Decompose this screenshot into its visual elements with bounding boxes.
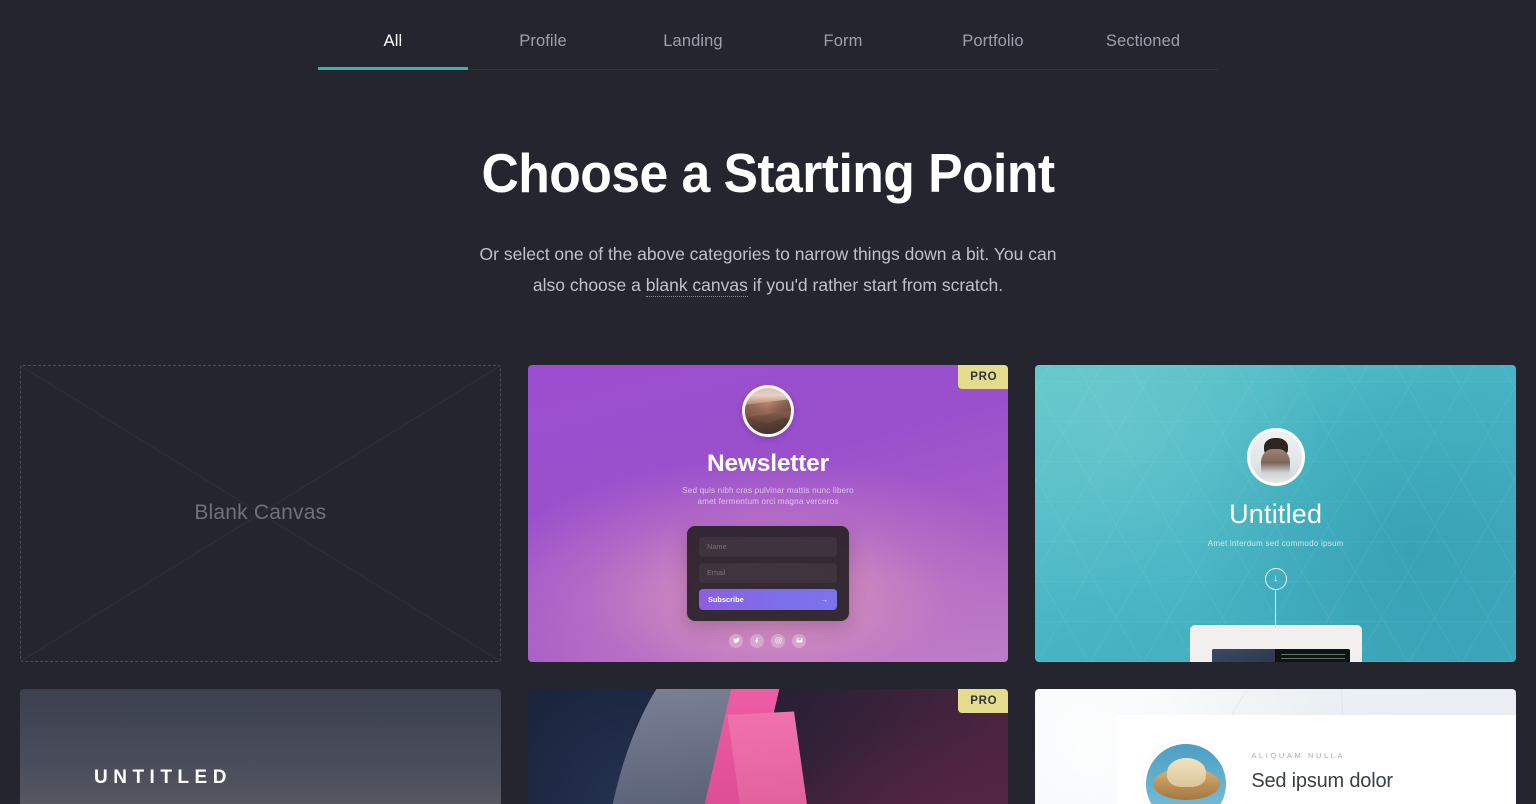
- tab-landing[interactable]: Landing: [618, 22, 768, 69]
- newsletter-title: Newsletter: [707, 449, 829, 477]
- category-tabbar: All Profile Landing Form Portfolio Secti…: [0, 0, 1536, 70]
- light-card-panel: ALIQUAM NULLA Sed ipsum dolor: [1117, 714, 1516, 804]
- pro-badge: PRO: [958, 688, 1009, 713]
- name-input[interactable]: [698, 536, 837, 557]
- light-card-eyebrow: ALIQUAM NULLA: [1251, 750, 1346, 760]
- email-input[interactable]: [698, 562, 837, 583]
- avatar: [741, 384, 794, 437]
- avatar: [1246, 427, 1305, 486]
- connector-line: [1274, 589, 1277, 625]
- monitor-pane-left: [1211, 648, 1277, 662]
- card-blank-canvas[interactable]: Blank Canvas: [20, 364, 501, 662]
- card-light-profile[interactable]: ALIQUAM NULLA Sed ipsum dolor: [1035, 688, 1516, 804]
- arrow-right-icon: →: [820, 594, 828, 604]
- page-title: Choose a Starting Point: [481, 142, 1055, 204]
- category-tabs: All Profile Landing Form Portfolio Secti…: [318, 22, 1218, 70]
- tab-sectioned[interactable]: Sectioned: [1068, 22, 1218, 69]
- subscribe-label: Subscribe: [707, 594, 744, 604]
- hero-description: Or select one of the above categories to…: [468, 239, 1068, 301]
- template-grid: Blank Canvas PRO Newsletter Sed quis nib…: [0, 364, 1536, 804]
- avatar: [1143, 740, 1230, 804]
- subscribe-button[interactable]: Subscribe →: [698, 588, 837, 610]
- teal-card-subtitle: Amet interdum sed commodo ipsum: [1207, 538, 1344, 548]
- hero-section: Choose a Starting Point Or select one of…: [0, 70, 1536, 301]
- hero-desc-part2: if you'd rather start from scratch.: [747, 274, 1004, 295]
- newsletter-subtitle: Sed quis nibh cras pulvinar mattis nunc …: [682, 485, 854, 507]
- twitter-icon[interactable]: [729, 633, 744, 648]
- teal-card-title: Untitled: [1229, 498, 1323, 529]
- monitor-shape: [1211, 648, 1350, 662]
- card-abstract[interactable]: PRO: [527, 688, 1009, 804]
- pro-badge: PRO: [958, 364, 1009, 389]
- scroll-down-icon[interactable]: ↓: [1264, 567, 1287, 590]
- tab-portfolio[interactable]: Portfolio: [918, 22, 1068, 69]
- light-card-text: ALIQUAM NULLA Sed ipsum dolor: [1251, 741, 1393, 793]
- instagram-icon[interactable]: [771, 633, 786, 648]
- workspace-photo: [1189, 624, 1362, 662]
- email-icon[interactable]: [792, 633, 807, 648]
- card-teal-profile[interactable]: Untitled Amet interdum sed commodo ipsum…: [1035, 364, 1516, 662]
- abstract-sheet-pink-2: [727, 710, 838, 804]
- newsletter-form: Subscribe →: [686, 525, 849, 621]
- tab-all[interactable]: All: [318, 22, 468, 70]
- monitor-pane-right: [1276, 648, 1350, 662]
- blank-canvas-link[interactable]: blank canvas: [645, 274, 748, 297]
- tab-form[interactable]: Form: [768, 22, 918, 69]
- blank-canvas-label: Blank Canvas: [194, 501, 327, 525]
- light-card-heading: Sed ipsum dolor: [1251, 769, 1393, 792]
- card-newsletter[interactable]: PRO Newsletter Sed quis nibh cras pulvin…: [527, 364, 1009, 662]
- facebook-icon[interactable]: [750, 633, 765, 648]
- landscape-card-title: UNTITLED: [94, 766, 232, 788]
- tab-profile[interactable]: Profile: [468, 22, 618, 69]
- card-landscape[interactable]: UNTITLED: [20, 688, 501, 804]
- social-links: [528, 633, 1009, 648]
